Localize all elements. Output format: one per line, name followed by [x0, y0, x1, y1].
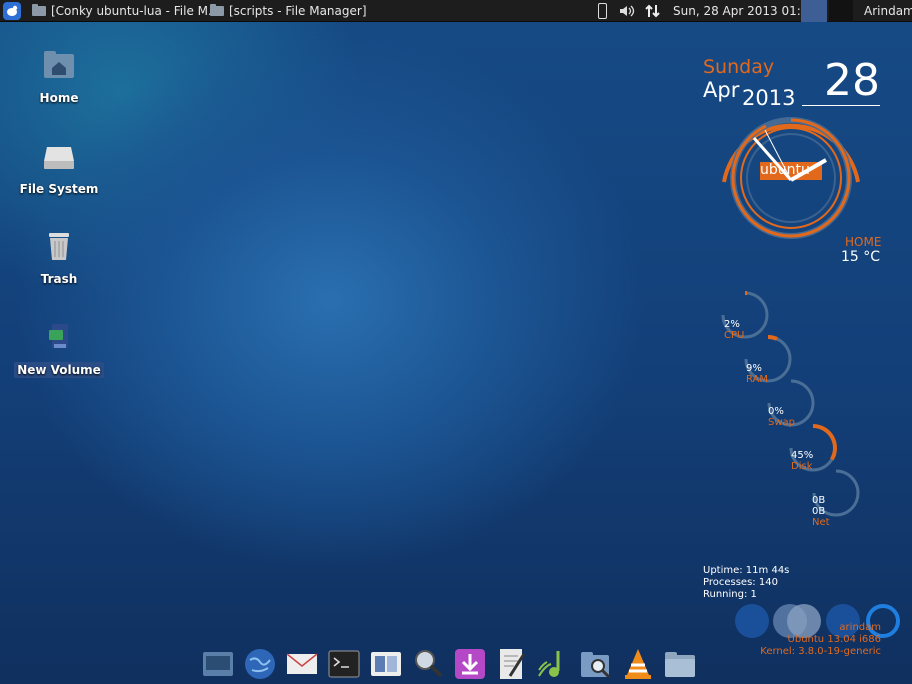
ring-ram-label: RAM: [746, 374, 769, 385]
dock-search-button[interactable]: [410, 646, 446, 682]
dock-file-search-button[interactable]: [578, 646, 614, 682]
ring-net-value: 0B: [812, 495, 826, 506]
dock-vlc-button[interactable]: [620, 646, 656, 682]
ring-cpu-value: 2%: [724, 319, 740, 330]
uptime-text: Uptime: 11m 44s: [703, 565, 790, 576]
dock-workspace-switcher-button[interactable]: [368, 646, 404, 682]
conky-os: Ubuntu 13.04 i686: [787, 634, 881, 645]
dock-mail-button[interactable]: [284, 646, 320, 682]
dock-file-manager-button[interactable]: [662, 646, 698, 682]
dock-terminal-button[interactable]: [326, 646, 362, 682]
dock-download-button[interactable]: [452, 646, 488, 682]
ring-net-label: Net: [812, 517, 830, 528]
ring-net-value-2: 0B: [812, 506, 826, 517]
ring-ram-value: 9%: [746, 363, 762, 374]
conky-kernel: Kernel: 3.8.0-19-generic: [760, 646, 881, 657]
dock: [200, 646, 698, 684]
dock-web-browser-button[interactable]: [242, 646, 278, 682]
ring-cpu-label: CPU: [724, 330, 745, 341]
ring-swap-value: 0%: [768, 406, 784, 417]
conky-user: arindam: [839, 622, 881, 633]
running-text: Running: 1: [703, 589, 757, 600]
dock-text-editor-button[interactable]: [494, 646, 530, 682]
ring-disk-label: Disk: [791, 461, 813, 472]
ring-level: [767, 335, 778, 341]
ring-level: [812, 424, 837, 461]
dock-music-player-button[interactable]: [536, 646, 572, 682]
ring-swap-label: Swap: [768, 417, 796, 428]
processes-text: Processes: 140: [703, 577, 778, 588]
dock-desktop-button[interactable]: [200, 646, 236, 682]
ring-disk-value: 45%: [791, 450, 814, 461]
